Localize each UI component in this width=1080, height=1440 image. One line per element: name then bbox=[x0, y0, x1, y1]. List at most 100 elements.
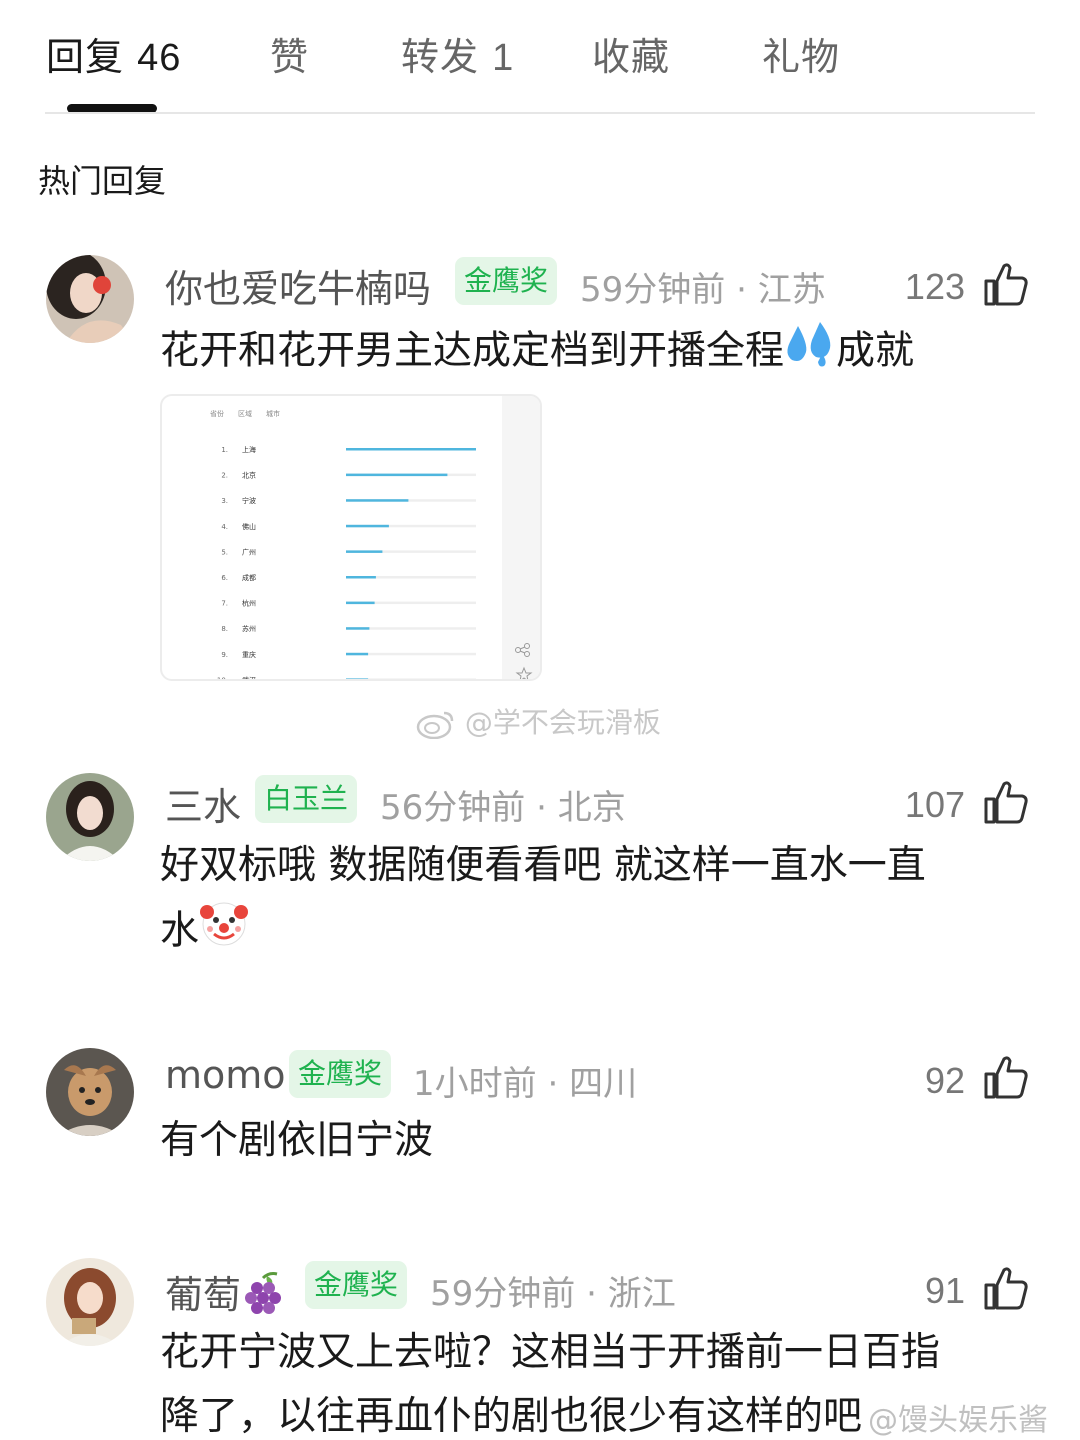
avatar[interactable] bbox=[46, 773, 134, 861]
comment-username-text: 葡萄 bbox=[165, 1273, 242, 1317]
chart-rank-label: 3. bbox=[221, 497, 228, 505]
ranking-chart: 省份 区域 城市 1. 上海 2. 北京 3. 宁波 4. 佛山 5. 广州 6. 成都 7. 杭州 8. 苏州 9… bbox=[210, 396, 540, 681]
comment-meta: 59分钟前 · 浙江 bbox=[430, 1266, 676, 1315]
tab-gifts[interactable]: 礼物 bbox=[762, 26, 840, 81]
avatar[interactable] bbox=[46, 255, 134, 343]
chart-category-label: 武汉 bbox=[242, 675, 256, 681]
comment-text-main: 花开和花开男主达成定档到开播全程 bbox=[160, 328, 785, 374]
comment-username[interactable]: momo bbox=[165, 1053, 286, 1097]
comment-meta: 1小时前 · 四川 bbox=[413, 1056, 637, 1105]
watermark-text: @学不会玩滑板 bbox=[464, 706, 661, 739]
chart-bar bbox=[346, 678, 369, 679]
comment-username[interactable]: 三水 bbox=[165, 776, 241, 831]
chart-header: 省份 bbox=[210, 409, 224, 418]
comment-text-line2: 水 bbox=[160, 908, 200, 954]
corner-watermark-text: @馒头娱乐酱 bbox=[868, 1403, 1048, 1438]
chart-bar bbox=[346, 499, 409, 502]
avatar[interactable] bbox=[46, 1258, 134, 1346]
tab-bar: 回复 46 赞 转发 1 收藏 礼物 bbox=[0, 0, 1080, 115]
like-count: 107 bbox=[904, 784, 965, 825]
thumbs-up-icon[interactable] bbox=[982, 1053, 1030, 1101]
comment-text: 花开和花开男主达成定档到开播全程 成就 bbox=[160, 318, 1030, 388]
tab-divider bbox=[45, 112, 1035, 114]
chart-category-label: 佛山 bbox=[242, 522, 256, 531]
thumbs-up-icon[interactable] bbox=[982, 1264, 1030, 1312]
chart-header: 区域 bbox=[238, 409, 252, 418]
meta-separator: · bbox=[586, 1274, 597, 1314]
chart-bar bbox=[346, 448, 476, 451]
image-side-panel bbox=[502, 396, 540, 679]
hot-replies-heading: 热门回复 bbox=[38, 162, 167, 200]
tab-replies-label: 回复 bbox=[46, 35, 125, 79]
tab-reposts-count: 1 bbox=[492, 37, 515, 79]
chart-category-label: 宁波 bbox=[242, 496, 256, 505]
chart-rank-label: 2. bbox=[221, 472, 228, 480]
tab-reposts-label: 转发 bbox=[401, 35, 480, 79]
comment-username[interactable]: 你也爱吃牛楠吗 bbox=[165, 258, 431, 313]
meta-separator: · bbox=[547, 1064, 559, 1104]
tab-likes-label: 赞 bbox=[270, 35, 310, 79]
like-count: 91 bbox=[924, 1270, 965, 1311]
comment-text-line2-wrap: 水 bbox=[160, 898, 1030, 968]
chart-bar bbox=[346, 652, 369, 656]
like-count: 92 bbox=[924, 1060, 965, 1101]
chart-category-label: 上海 bbox=[242, 445, 256, 454]
avatar[interactable] bbox=[46, 1048, 134, 1136]
comment-image[interactable]: 省份 区域 城市 1. 上海 2. 北京 3. 宁波 4. 佛山 5. 广州 6. 成都 7. 杭州 8. 苏州 9… bbox=[160, 394, 542, 681]
tab-likes[interactable]: 赞 bbox=[270, 26, 309, 81]
thumbs-up-icon[interactable] bbox=[982, 778, 1030, 826]
grapes-icon bbox=[241, 1270, 287, 1325]
award-badge: 金鹰奖 bbox=[455, 257, 558, 305]
comment-time: 1小时前 bbox=[413, 1064, 537, 1104]
chart-rank-label: 7. bbox=[221, 600, 228, 608]
comment-text-line1: 花开宁波又上去啦？这相当于开播前一日百指 bbox=[160, 1330, 941, 1375]
chart-bar bbox=[346, 550, 383, 553]
comment-location: 北京 bbox=[557, 788, 626, 828]
weibo-watermark: @学不会玩滑板 bbox=[416, 701, 661, 741]
meta-separator: · bbox=[736, 270, 747, 310]
comment-location: 江苏 bbox=[757, 270, 826, 310]
chart-category-label: 广州 bbox=[242, 547, 256, 556]
comment-time: 59分钟前 bbox=[430, 1274, 576, 1314]
weibo-logo-icon bbox=[416, 711, 454, 740]
comment-time: 56分钟前 bbox=[380, 788, 526, 828]
comment-meta: 59分钟前 · 江苏 bbox=[580, 262, 826, 311]
chart-rank-label: 1. bbox=[221, 446, 228, 454]
chart-rank-label: 6. bbox=[221, 574, 228, 582]
comment-text: 好双标哦 数据随便看看吧 就这样一直水一直 水 bbox=[160, 834, 1030, 968]
award-badge: 金鹰奖 bbox=[289, 1050, 392, 1098]
chart-rank-label: 9. bbox=[221, 651, 228, 659]
tab-reposts[interactable]: 转发 1 bbox=[401, 26, 514, 81]
chart-category-label: 北京 bbox=[242, 471, 256, 480]
award-badge: 金鹰奖 bbox=[305, 1261, 408, 1309]
chart-rank-label: 4. bbox=[221, 523, 228, 531]
tab-gifts-label: 礼物 bbox=[762, 35, 841, 79]
chart-rank-label: 5. bbox=[221, 548, 228, 556]
sweat-droplets-icon bbox=[784, 318, 836, 388]
meta-separator: · bbox=[536, 788, 547, 828]
tab-replies[interactable]: 回复 46 bbox=[46, 26, 181, 81]
corner-watermark: @馒头娱乐酱 bbox=[868, 1395, 1048, 1439]
chart-bar bbox=[346, 524, 389, 528]
chart-bar bbox=[346, 576, 376, 579]
chart-category-label: 重庆 bbox=[242, 650, 256, 659]
comment-text-suffix: 成就 bbox=[836, 328, 915, 374]
tab-favorites[interactable]: 收藏 bbox=[592, 26, 670, 81]
comment-username[interactable]: 葡萄 bbox=[165, 1264, 287, 1325]
chart-category-label: 成都 bbox=[242, 573, 256, 582]
award-badge: 白玉兰 bbox=[255, 775, 358, 823]
chart-bar bbox=[346, 601, 375, 605]
chart-category-label: 杭州 bbox=[242, 599, 256, 608]
comment-meta: 56分钟前 · 北京 bbox=[380, 780, 626, 829]
clown-face-icon bbox=[199, 898, 249, 968]
comment-location: 浙江 bbox=[607, 1274, 676, 1314]
tab-replies-count: 46 bbox=[137, 37, 182, 79]
thumbs-up-icon[interactable] bbox=[982, 260, 1030, 308]
chart-header: 城市 bbox=[266, 409, 280, 418]
tab-favorites-label: 收藏 bbox=[592, 35, 671, 79]
chart-rank-label: 10. bbox=[217, 676, 228, 681]
comment-text-line1: 好双标哦 数据随便看看吧 就这样一直水一直 bbox=[160, 843, 926, 888]
chart-bar bbox=[346, 473, 448, 477]
like-count: 123 bbox=[904, 266, 965, 307]
chart-rank-label: 8. bbox=[221, 625, 228, 633]
